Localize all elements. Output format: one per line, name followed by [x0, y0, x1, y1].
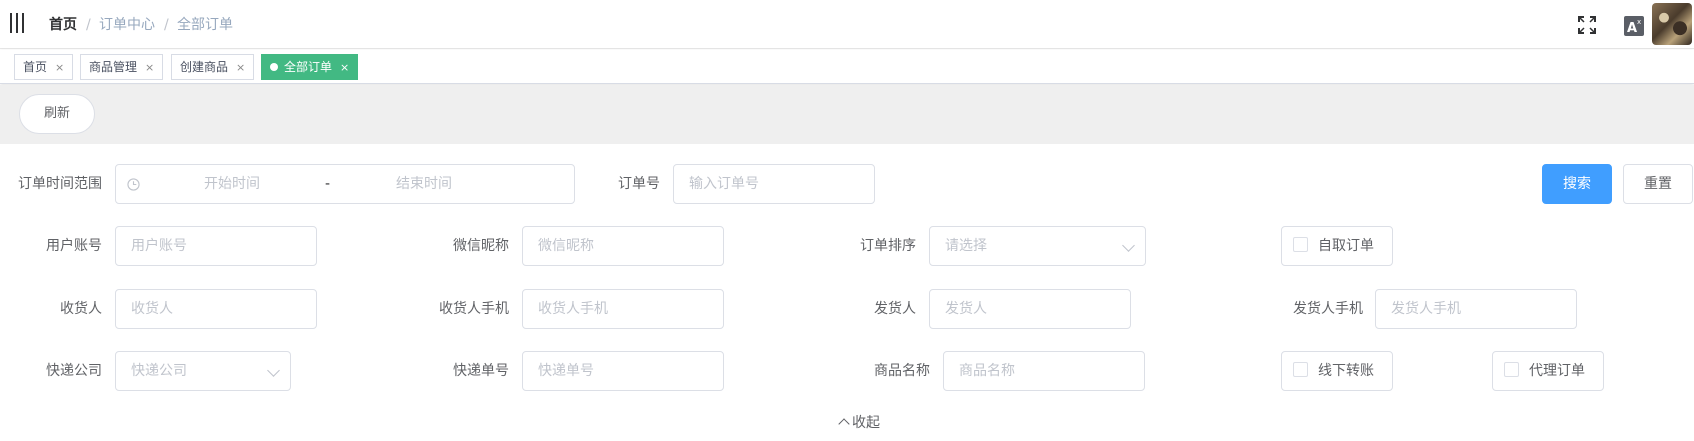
express-no-input[interactable]: 快递单号 — [522, 351, 724, 391]
tag-all-orders[interactable]: 全部订单 × — [261, 54, 359, 80]
chevron-up-icon — [838, 418, 850, 430]
start-time-input[interactable]: 开始时间 — [204, 165, 260, 203]
wechat-nick-input[interactable]: 微信昵称 — [522, 226, 724, 266]
clock-icon — [127, 178, 140, 191]
time-range-label: 订单时间范围 — [18, 176, 102, 192]
order-sort-label: 订单排序 — [860, 238, 916, 254]
order-sort-select[interactable]: 请选择 — [929, 226, 1146, 266]
breadcrumb-home[interactable]: 首页 — [49, 15, 77, 35]
breadcrumb-all-orders: 全部订单 — [177, 17, 233, 33]
self-pickup-checkbox[interactable]: 自取订单 — [1281, 226, 1393, 266]
receiver-label: 收货人 — [60, 301, 102, 317]
sender-label: 发货人 — [874, 301, 916, 317]
toolbar-band — [0, 85, 1694, 144]
breadcrumb-separator: / — [86, 17, 91, 33]
chevron-down-icon — [1122, 239, 1135, 252]
order-sort-placeholder: 请选择 — [945, 238, 987, 254]
user-account-label: 用户账号 — [46, 238, 102, 254]
tag-label: 全部订单 — [284, 60, 333, 74]
tag-label: 创建商品 — [180, 60, 229, 74]
tag-label: 商品管理 — [89, 60, 138, 74]
agent-order-label: 代理订单 — [1529, 363, 1585, 379]
svg-text:A: A — [1627, 21, 1637, 36]
user-account-input[interactable]: 用户账号 — [115, 226, 317, 266]
receiver-phone-label: 收货人手机 — [439, 301, 509, 317]
express-company-placeholder: 快递公司 — [131, 363, 187, 379]
tag-label: 首页 — [23, 60, 48, 74]
receiver-input[interactable]: 收货人 — [115, 289, 317, 329]
user-avatar[interactable] — [1652, 3, 1692, 45]
tags-view-bar: 首页 × 商品管理 × 创建商品 × 全部订单 × — [0, 50, 1694, 84]
end-time-input[interactable]: 结束时间 — [396, 165, 452, 203]
close-icon[interactable]: × — [340, 61, 349, 74]
top-navbar: 首页 / 订单中心 / 全部订单 A x — [0, 0, 1694, 49]
tag-product-management[interactable]: 商品管理 × — [80, 54, 164, 80]
checkbox-box[interactable] — [1293, 362, 1308, 377]
express-no-label: 快递单号 — [453, 363, 509, 379]
tag-create-product[interactable]: 创建商品 × — [171, 54, 255, 80]
sender-phone-label: 发货人手机 — [1293, 301, 1363, 317]
product-name-label: 商品名称 — [874, 363, 930, 379]
order-no-input[interactable]: 输入订单号 — [673, 164, 875, 204]
agent-order-checkbox[interactable]: 代理订单 — [1492, 351, 1604, 391]
breadcrumb-order-center[interactable]: 订单中心 — [99, 15, 155, 35]
range-separator: - — [325, 176, 331, 192]
checkbox-box[interactable] — [1504, 362, 1519, 377]
refresh-button[interactable]: 刷新 — [19, 94, 95, 134]
express-company-select[interactable]: 快递公司 — [115, 351, 291, 391]
close-icon[interactable]: × — [55, 61, 64, 74]
order-no-label: 订单号 — [618, 176, 660, 192]
breadcrumb-separator: / — [164, 17, 169, 33]
tag-home[interactable]: 首页 × — [14, 54, 74, 80]
collapse-label: 收起 — [852, 415, 880, 431]
wechat-nick-label: 微信昵称 — [453, 238, 509, 254]
offline-transfer-checkbox[interactable]: 线下转账 — [1281, 351, 1393, 391]
express-company-label: 快递公司 — [46, 363, 102, 379]
svg-text:x: x — [1637, 18, 1641, 26]
collapse-toggle[interactable]: 收起 — [838, 413, 880, 433]
chevron-down-icon — [267, 364, 280, 377]
checkbox-box[interactable] — [1293, 237, 1308, 252]
active-dot-icon — [270, 63, 278, 71]
fullscreen-icon[interactable] — [1577, 15, 1597, 35]
reset-button[interactable]: 重置 — [1623, 164, 1693, 204]
hamburger-menu-icon[interactable] — [10, 13, 26, 33]
sender-input[interactable]: 发货人 — [929, 289, 1131, 329]
sender-phone-input[interactable]: 发货人手机 — [1375, 289, 1577, 329]
self-pickup-label: 自取订单 — [1318, 238, 1374, 254]
search-button[interactable]: 搜索 — [1542, 164, 1612, 204]
offline-transfer-label: 线下转账 — [1318, 363, 1374, 379]
close-icon[interactable]: × — [145, 61, 154, 74]
language-icon[interactable]: A x — [1624, 14, 1644, 36]
product-name-input[interactable]: 商品名称 — [943, 351, 1145, 391]
receiver-phone-input[interactable]: 收货人手机 — [522, 289, 724, 329]
time-range-picker[interactable]: 开始时间 - 结束时间 — [115, 164, 575, 204]
close-icon[interactable]: × — [236, 61, 245, 74]
